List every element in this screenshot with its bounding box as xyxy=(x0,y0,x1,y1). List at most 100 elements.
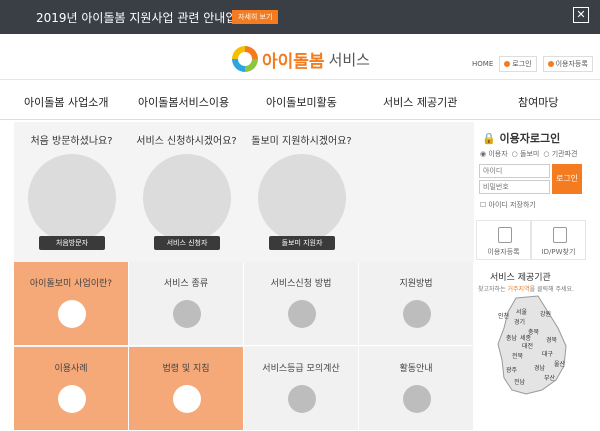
panel-question: 돌보미 지원하시겠어요? xyxy=(251,136,352,147)
region-label[interactable]: 강원 xyxy=(540,310,551,318)
region-label[interactable]: 울산 xyxy=(554,360,566,368)
case-icon xyxy=(58,385,86,413)
region-label[interactable]: 세종 xyxy=(520,334,532,342)
nav-service-use[interactable]: 아이돌봄서비스이용 xyxy=(138,94,229,110)
provider-map: 서비스 제공기관 찾고자하는 거주지역을 클릭해 주세요. 인천 서울 경기 강… xyxy=(476,264,586,400)
password-input[interactable] xyxy=(479,180,550,194)
korea-map[interactable]: 인천 서울 경기 강원 충북 충남 세종 대전 경북 대구 전북 울산 광주 경… xyxy=(486,294,576,398)
register-button[interactable]: 이용자등록 xyxy=(476,220,531,260)
region-label[interactable]: 대전 xyxy=(522,342,533,350)
region-label[interactable]: 충남 xyxy=(506,334,518,342)
main-nav: 아이돌봄 사업소개 아이돌봄서비스이용 아이돌보미활동 서비스 제공기관 참여마… xyxy=(0,80,600,120)
notice-bar: 2019년 아이돌봄 지원사업 관련 안내입니다. 자세히 보기 ✕ xyxy=(0,0,600,34)
tile-support[interactable]: 지원방법 xyxy=(359,262,474,346)
tile-title: 법령 및 지침 xyxy=(162,364,210,374)
map-desc-post: 을 클릭해 주세요. xyxy=(529,286,574,293)
map-desc-highlight: 거주지역 xyxy=(507,286,530,293)
find-id-pw-button[interactable]: ID/PW찾기 xyxy=(531,220,586,260)
tile-about[interactable]: 아이돌보미 사업이란? xyxy=(14,262,129,346)
close-icon[interactable]: ✕ xyxy=(573,7,589,23)
register-link-label: 이용자등록 xyxy=(555,60,588,68)
login-link[interactable]: 로그인 xyxy=(499,56,537,72)
nav-community[interactable]: 참여마당 xyxy=(518,94,558,110)
tile-law[interactable]: 법령 및 지침 xyxy=(129,347,244,431)
nav-intro[interactable]: 아이돌봄 사업소개 xyxy=(24,94,108,110)
radio-sitter[interactable]: ○ 돌보미 xyxy=(512,149,540,159)
panel-question: 처음 방문하셨나요? xyxy=(30,136,113,147)
law-icon xyxy=(173,385,201,413)
panel-label: 서비스 신청자 xyxy=(154,236,220,250)
site-logo[interactable]: 아이돌봄 서비스 xyxy=(232,46,370,72)
save-id-label: 아이디 저장하기 xyxy=(488,201,536,209)
main-content: 처음 방문하셨나요? 처음방문자 서비스 신청하시겠어요? 서비스 신청자 돌보… xyxy=(14,122,474,431)
sitter-panel[interactable]: 돌보미 지원하시겠어요? 돌보미 지원자 xyxy=(244,122,359,262)
clipboard-icon xyxy=(403,300,431,328)
panel-question: 서비스 신청하시겠어요? xyxy=(136,136,237,147)
home-link[interactable]: HOME xyxy=(472,60,493,68)
login-title-text: 이용자로그인 xyxy=(499,132,561,145)
first-visit-panel[interactable]: 처음 방문하셨나요? 처음방문자 xyxy=(14,122,129,262)
sidebar: 🔒 이용자로그인 ◉ 이용자 ○ 돌보미 ○ 기관파견 로그인 ☐ 아이디 저장… xyxy=(476,122,586,400)
login-title: 🔒 이용자로그인 xyxy=(482,130,560,146)
counselor-illustration xyxy=(28,154,116,242)
region-label[interactable]: 인천 xyxy=(498,312,509,320)
document-icon xyxy=(288,300,316,328)
region-label[interactable]: 전남 xyxy=(514,378,526,386)
tile-service-types[interactable]: 서비스 종류 xyxy=(129,262,244,346)
region-label[interactable]: 부산 xyxy=(544,374,556,382)
apply-panel[interactable]: 서비스 신청하시겠어요? 서비스 신청자 xyxy=(129,122,244,262)
cup-icon xyxy=(58,300,86,328)
calculator-icon xyxy=(288,385,316,413)
radio-agency-label: 기관파견 xyxy=(551,150,578,158)
side-links: 이용자등록 ID/PW찾기 xyxy=(476,220,586,260)
login-type-radios: ◉ 이용자 ○ 돌보미 ○ 기관파견 xyxy=(480,149,577,159)
panel-label: 처음방문자 xyxy=(39,236,105,250)
radio-user-label: 이용자 xyxy=(488,150,508,158)
region-label[interactable]: 광주 xyxy=(506,367,518,374)
tile-cases[interactable]: 이용사례 xyxy=(14,347,129,431)
top-links: HOME 로그인 이용자등록 xyxy=(472,56,593,72)
notice-text: 2019년 아이돌봄 지원사업 관련 안내입니다. xyxy=(36,11,263,25)
region-label[interactable]: 경남 xyxy=(534,364,546,372)
nav-sitter-activity[interactable]: 아이돌보미활동 xyxy=(266,94,337,110)
tile-title: 활동안내 xyxy=(399,364,433,374)
map-description: 찾고자하는 거주지역을 클릭해 주세요. xyxy=(478,284,574,293)
family-illustration xyxy=(143,154,231,242)
tile-calculator[interactable]: 서비스등급 모의계산 xyxy=(244,347,359,431)
register-link[interactable]: 이용자등록 xyxy=(542,56,593,72)
panel-label: 돌보미 지원자 xyxy=(269,236,335,250)
login-icon xyxy=(504,61,511,67)
tile-title: 서비스신청 방법 xyxy=(270,279,332,289)
camera-icon xyxy=(173,300,201,328)
user-icon xyxy=(547,61,554,67)
lock-icon: 🔒 xyxy=(482,132,496,145)
logo-icon xyxy=(232,46,258,72)
tile-title: 아이돌보미 사업이란? xyxy=(29,279,113,289)
region-label[interactable]: 경기 xyxy=(514,318,525,326)
region-label[interactable]: 전북 xyxy=(512,352,524,360)
radio-sitter-label: 돌보미 xyxy=(520,150,540,158)
tile-activity[interactable]: 활동안내 xyxy=(359,347,474,431)
tile-title: 서비스등급 모의계산 xyxy=(262,364,340,374)
map-title: 서비스 제공기관 xyxy=(490,273,551,283)
tile-apply-method[interactable]: 서비스신청 방법 xyxy=(244,262,359,346)
login-link-label: 로그인 xyxy=(512,60,532,68)
sitter-illustration xyxy=(258,154,346,242)
tile-title: 지원방법 xyxy=(399,279,433,289)
tile-title: 이용사례 xyxy=(54,364,88,374)
save-id-checkbox[interactable]: ☐ 아이디 저장하기 xyxy=(480,200,536,210)
region-label[interactable]: 서울 xyxy=(516,308,528,316)
logo-main: 아이돌봄 xyxy=(262,51,325,72)
notice-more-button[interactable]: 자세히 보기 xyxy=(232,10,279,24)
login-button[interactable]: 로그인 xyxy=(552,164,582,194)
logo-sub: 서비스 xyxy=(328,50,370,69)
region-label[interactable]: 경북 xyxy=(546,337,558,344)
radio-user[interactable]: ◉ 이용자 xyxy=(480,149,508,159)
tile-title: 서비스 종류 xyxy=(163,279,209,289)
id-input[interactable] xyxy=(479,164,550,178)
nav-providers[interactable]: 서비스 제공기관 xyxy=(383,94,457,110)
region-label[interactable]: 대구 xyxy=(542,350,554,358)
map-desc-pre: 찾고자하는 xyxy=(478,286,508,293)
activity-icon xyxy=(403,385,431,413)
radio-agency[interactable]: ○ 기관파견 xyxy=(543,149,577,159)
